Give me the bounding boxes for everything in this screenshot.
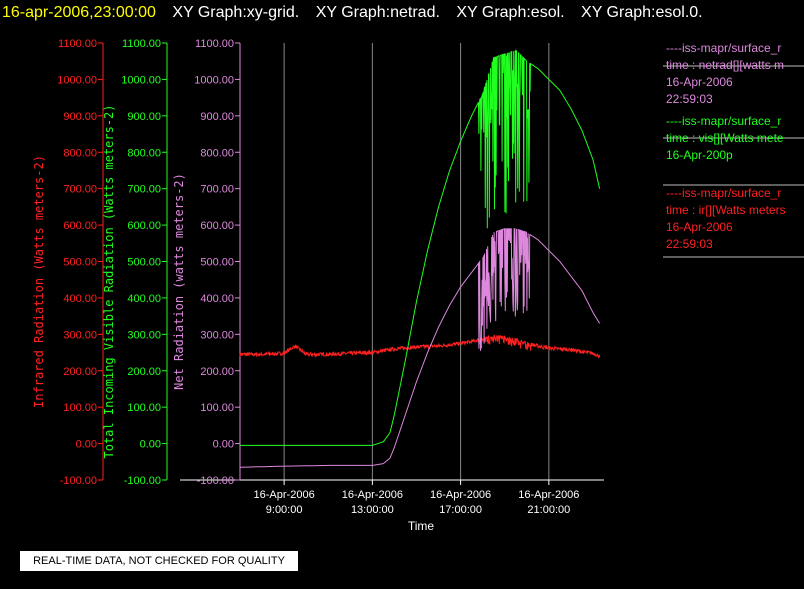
x-tick-time-1: 13:00:00 bbox=[351, 504, 394, 516]
y-tick-label-ir-0: -100.00 bbox=[60, 475, 97, 487]
y-tick-label-net-7: 600.00 bbox=[200, 220, 234, 232]
y-tick-label-vis-5: 400.00 bbox=[127, 293, 161, 305]
legend-vis-source: ----iss-mapr/surface_r bbox=[666, 114, 782, 128]
y-tick-label-ir-12: 1100.00 bbox=[58, 38, 97, 50]
x-tick-date-2: 16-Apr-2006 bbox=[430, 489, 491, 501]
y-tick-label-vis-4: 300.00 bbox=[127, 329, 161, 341]
y-tick-label-vis-7: 600.00 bbox=[127, 220, 161, 232]
y-tick-label-ir-9: 800.00 bbox=[63, 147, 97, 159]
legend-ir-date: 16-Apr-2006 bbox=[666, 220, 733, 234]
y-tick-label-net-9: 800.00 bbox=[200, 147, 234, 159]
y-tick-label-vis-0: -100.00 bbox=[124, 475, 161, 487]
legend-vis-variable: time : vis[][Watts mete bbox=[666, 131, 784, 145]
y-tick-label-vis-12: 1100.00 bbox=[122, 38, 161, 50]
y-tick-label-net-11: 1000.00 bbox=[194, 74, 234, 86]
y-axis-label-net: Net Radiation (watts meters-2) bbox=[172, 173, 186, 390]
y-axis-label-ir: Infrared Radiation (Watts meters-2) bbox=[32, 155, 46, 408]
y-tick-label-vis-6: 500.00 bbox=[127, 257, 161, 269]
quality-warning-label: REAL-TIME DATA, NOT CHECKED FOR QUALITY bbox=[20, 551, 298, 571]
y-tick-label-net-12: 1100.00 bbox=[195, 38, 234, 50]
legend-ir-variable: time : ir[][Watts meters bbox=[666, 203, 786, 217]
y-tick-label-vis-8: 700.00 bbox=[127, 184, 161, 196]
legend-netrad-source: ----iss-mapr/surface_r bbox=[666, 41, 782, 55]
legend-netrad-date: 16-Apr-2006 bbox=[666, 75, 733, 89]
y-tick-label-ir-4: 300.00 bbox=[63, 329, 97, 341]
y-tick-label-vis-11: 1000.00 bbox=[121, 74, 161, 86]
x-tick-date-3: 16-Apr-2006 bbox=[518, 489, 579, 501]
legend-netrad: ----iss-mapr/surface_r time : netrad[][w… bbox=[666, 40, 804, 108]
y-tick-label-ir-11: 1000.00 bbox=[57, 74, 97, 86]
y-axis-label-vis: Total Incoming Visible Radiation (Watts … bbox=[102, 104, 116, 458]
y-tick-label-vis-1: 0.00 bbox=[140, 439, 161, 451]
y-tick-label-net-8: 700.00 bbox=[200, 184, 234, 196]
y-tick-label-ir-10: 900.00 bbox=[63, 111, 97, 123]
y-tick-label-vis-9: 800.00 bbox=[127, 147, 161, 159]
y-tick-label-ir-2: 100.00 bbox=[63, 402, 97, 414]
y-tick-label-net-3: 200.00 bbox=[200, 366, 234, 378]
series-line-ir bbox=[239, 334, 601, 359]
y-tick-label-net-0: -100.00 bbox=[197, 475, 234, 487]
legend-ir-source: ----iss-mapr/surface_r bbox=[666, 186, 782, 200]
x-tick-time-3: 21:00:00 bbox=[527, 504, 570, 516]
y-tick-label-vis-2: 100.00 bbox=[127, 402, 161, 414]
legend-ir: ----iss-mapr/surface_r time : ir[][Watts… bbox=[666, 185, 804, 253]
y-tick-label-ir-5: 400.00 bbox=[63, 293, 97, 305]
y-tick-label-net-10: 900.00 bbox=[200, 111, 234, 123]
y-tick-label-ir-8: 700.00 bbox=[63, 184, 97, 196]
x-tick-time-2: 17:00:00 bbox=[439, 504, 482, 516]
y-tick-label-vis-3: 200.00 bbox=[127, 366, 161, 378]
x-tick-date-1: 16-Apr-2006 bbox=[342, 489, 403, 501]
y-tick-label-net-6: 500.00 bbox=[200, 257, 234, 269]
y-tick-label-net-2: 100.00 bbox=[200, 402, 234, 414]
y-tick-label-net-1: 0.00 bbox=[213, 439, 234, 451]
y-tick-label-net-4: 300.00 bbox=[200, 329, 234, 341]
legend-netrad-time: 22:59:03 bbox=[666, 92, 713, 106]
y-tick-label-vis-10: 900.00 bbox=[127, 111, 161, 123]
x-tick-date-0: 16-Apr-2006 bbox=[254, 489, 315, 501]
legend-ir-time: 22:59:03 bbox=[666, 237, 713, 251]
y-tick-label-ir-1: 0.00 bbox=[76, 439, 97, 451]
legend-vis-date: 16-Apr-200p bbox=[666, 148, 733, 162]
y-tick-label-net-5: 400.00 bbox=[200, 293, 234, 305]
legend-vis: ----iss-mapr/surface_r time : vis[][Watt… bbox=[666, 113, 804, 164]
x-axis-label: Time bbox=[408, 519, 435, 533]
legend-netrad-variable: time : netrad[][watts m bbox=[666, 58, 785, 72]
y-tick-label-ir-3: 200.00 bbox=[63, 366, 97, 378]
y-tick-label-ir-7: 600.00 bbox=[63, 220, 97, 232]
y-tick-label-ir-6: 500.00 bbox=[63, 257, 97, 269]
x-tick-time-0: 9:00:00 bbox=[266, 504, 303, 516]
